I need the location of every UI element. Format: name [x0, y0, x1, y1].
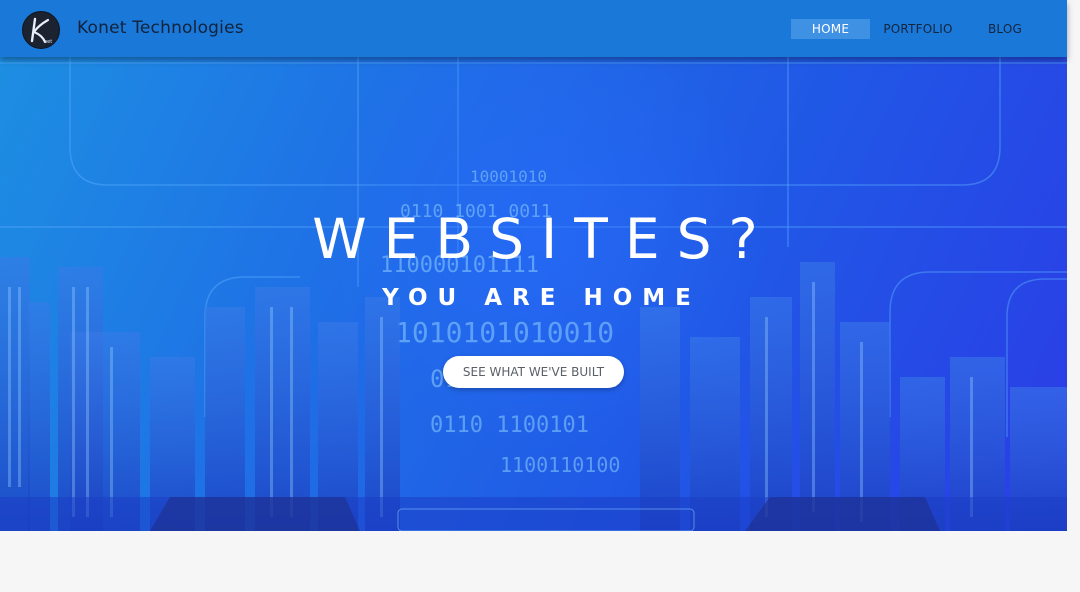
nav-item-blog[interactable]: BLOG	[980, 19, 1030, 39]
svg-text:1100110100: 1100110100	[500, 453, 620, 477]
svg-text:0110 1100101: 0110 1100101	[430, 413, 589, 438]
top-navbar: net Konet Technologies HOME PORTFOLIO BL…	[0, 0, 1067, 57]
svg-text:net: net	[44, 39, 52, 45]
hero-banner: 10001010 0110 1001 0011 110000101111 101…	[0, 57, 1067, 531]
see-work-button[interactable]: SEE WHAT WE'VE BUILT	[443, 356, 624, 388]
hero-title: WEBSITES?	[312, 207, 775, 271]
svg-text:1010101010010: 1010101010010	[395, 316, 614, 349]
svg-text:10001010: 10001010	[470, 167, 547, 186]
hero-subtitle: YOU ARE HOME	[382, 285, 701, 311]
nav-item-home[interactable]: HOME	[791, 19, 870, 39]
konet-logo-icon[interactable]: net	[22, 11, 60, 49]
nav-item-portfolio[interactable]: PORTFOLIO	[878, 19, 958, 39]
page-content-area	[0, 531, 1067, 592]
page: net Konet Technologies HOME PORTFOLIO BL…	[0, 0, 1067, 592]
brand-name[interactable]: Konet Technologies	[77, 18, 244, 38]
